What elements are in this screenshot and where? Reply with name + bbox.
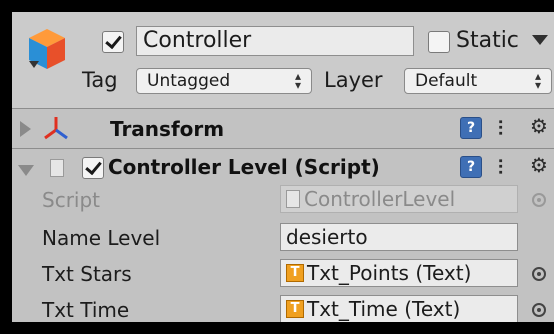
gear-icon[interactable]: ⚙: [530, 115, 552, 137]
gear-icon[interactable]: ⚙: [530, 154, 552, 176]
text-component-icon: T: [286, 263, 304, 282]
preset-sliders-icon[interactable]: ⫶: [498, 117, 520, 139]
layer-dropdown[interactable]: Default ▴ ▾: [404, 68, 552, 94]
transform-title: Transform: [110, 117, 225, 141]
inspector-panel: Controller Static Tag Untagged ▴ ▾ Layer …: [12, 12, 554, 322]
transform-component-header[interactable]: Transform ? ⫶ ⚙: [12, 109, 554, 147]
static-label: Static: [456, 28, 519, 53]
fold-collapsed-icon[interactable]: [20, 121, 31, 137]
gameobject-header: Controller Static Tag Untagged ▴ ▾ Layer …: [12, 12, 554, 108]
tag-value: Untagged: [147, 71, 231, 91]
static-checkbox[interactable]: [428, 31, 450, 53]
layer-value: Default: [415, 71, 478, 91]
active-checkbox[interactable]: [102, 31, 124, 53]
fold-expanded-icon[interactable]: [18, 165, 34, 176]
tag-dropdown[interactable]: Untagged ▴ ▾: [136, 68, 312, 94]
script-label: Script: [42, 188, 101, 212]
name-level-label: Name Level: [42, 226, 161, 250]
help-icon[interactable]: ?: [460, 117, 482, 139]
txt-time-field[interactable]: T Txt_Time (Text): [280, 295, 518, 322]
object-picker-icon: [532, 193, 546, 207]
component-enabled-checkbox[interactable]: [82, 157, 104, 179]
controller-level-component-header[interactable]: Controller Level (Script) ? ⫶ ⚙: [12, 149, 554, 185]
txt-time-label: Txt Time: [42, 298, 130, 322]
object-picker-icon[interactable]: [532, 267, 546, 281]
txt-stars-label: Txt Stars: [42, 262, 132, 286]
help-icon[interactable]: ?: [460, 156, 482, 178]
dropdown-arrows-icon: ▴ ▾: [294, 69, 301, 92]
csharp-script-icon: [50, 159, 64, 177]
gameobject-cube-icon[interactable]: [25, 25, 69, 77]
static-dropdown-arrow-icon[interactable]: [532, 35, 548, 45]
text-component-icon: T: [286, 299, 304, 318]
csharp-script-icon: [286, 189, 300, 208]
object-picker-icon[interactable]: [532, 303, 546, 317]
name-level-input[interactable]: desierto: [280, 223, 518, 251]
script-field: ControllerLevel: [280, 185, 518, 213]
script-value: ControllerLevel: [304, 187, 456, 211]
layer-label: Layer: [324, 68, 383, 92]
txt-stars-value: Txt_Points (Text): [307, 261, 472, 285]
transform-axes-icon: [44, 117, 68, 140]
txt-stars-field[interactable]: T Txt_Points (Text): [280, 259, 518, 287]
txt-time-value: Txt_Time (Text): [307, 297, 461, 321]
preset-sliders-icon[interactable]: ⫶: [498, 156, 520, 178]
tag-label: Tag: [82, 68, 118, 92]
controller-level-title: Controller Level (Script): [108, 155, 380, 179]
dropdown-arrows-icon: ▴ ▾: [534, 69, 541, 92]
gameobject-name-field[interactable]: Controller: [136, 26, 414, 56]
